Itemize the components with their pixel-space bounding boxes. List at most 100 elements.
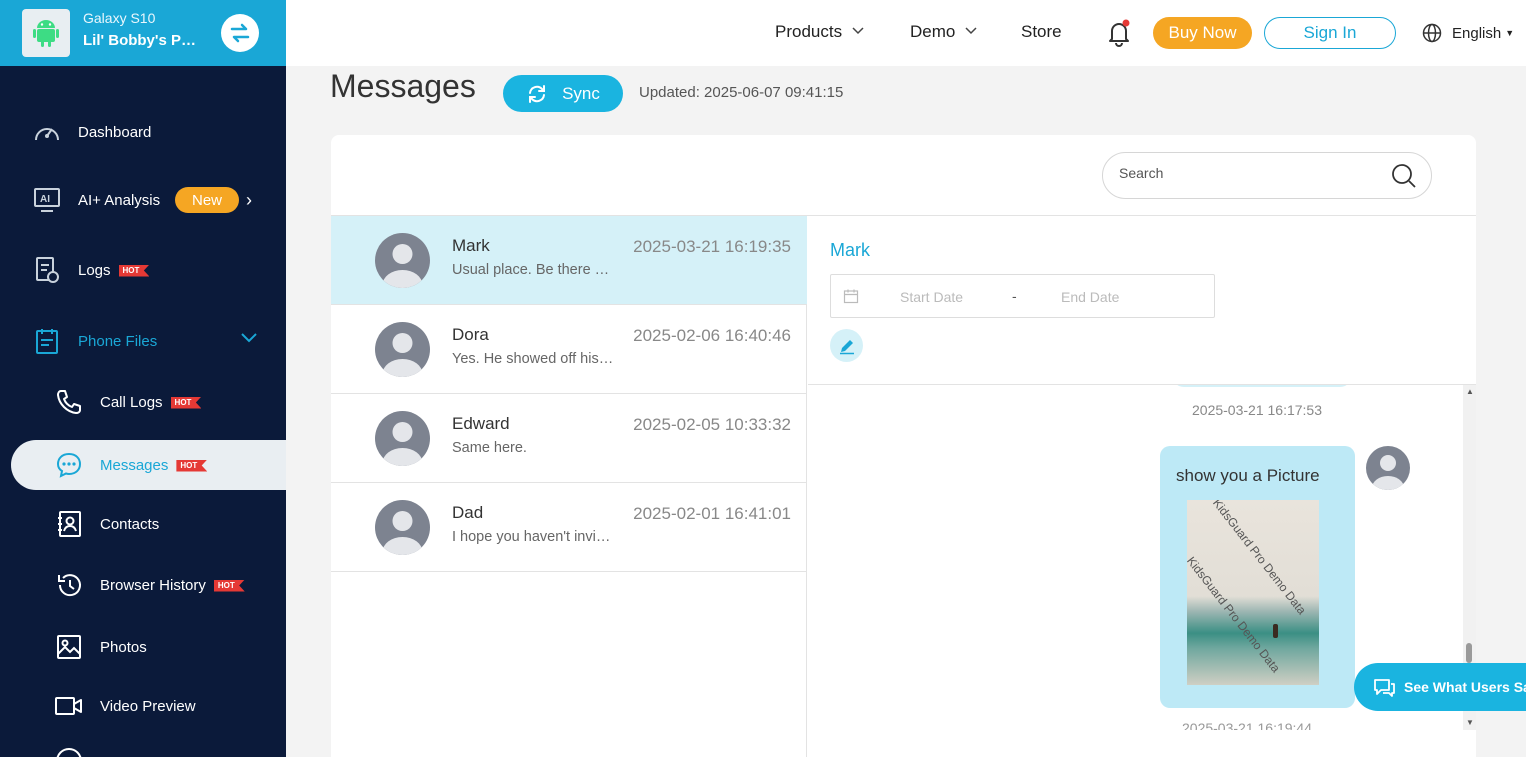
contact-name: Mark [452, 236, 490, 255]
avatar-icon [375, 411, 430, 466]
sync-icon [529, 84, 546, 103]
chevron-right-icon: › [246, 189, 252, 210]
scroll-down-icon[interactable]: ▼ [1466, 718, 1474, 727]
sidebar-item-photos[interactable]: Photos [0, 622, 286, 672]
edit-button[interactable] [830, 329, 863, 362]
avatar-icon [1366, 446, 1410, 490]
hot-badge: HOT [118, 264, 150, 277]
sidebar-item-messages[interactable]: Messages HOT [11, 440, 286, 490]
message-preview: Same here. [452, 440, 527, 456]
scroll-up-icon[interactable]: ▲ [1466, 387, 1474, 396]
message-time: 2025-03-21 16:17:53 [1192, 402, 1322, 418]
buy-now-button[interactable]: Buy Now [1153, 17, 1252, 49]
more-item-icon [56, 748, 82, 757]
dashboard-gauge-icon [32, 117, 62, 147]
avatar-icon [375, 500, 430, 555]
message-time: 2025-03-21 16:19:44 [1182, 720, 1312, 730]
chat-bubble-icon [1374, 679, 1395, 697]
surfer-figure [1273, 624, 1278, 638]
sidebar-item-label: Logs [78, 261, 111, 279]
conversation-list: Mark 2025-03-21 16:19:35 Usual place. Be… [331, 216, 807, 757]
conversation-time: 2025-02-06 16:40:46 [633, 326, 791, 345]
chat-icon [54, 450, 84, 480]
sidebar-item-logs[interactable]: Logs HOT [0, 245, 286, 295]
widget-label: See What Users Say [1404, 679, 1526, 695]
store-link[interactable]: Store [1021, 22, 1062, 42]
sidebar-item-label: Messages [100, 456, 169, 474]
contact-name: Edward [452, 414, 510, 433]
sidebar-item-browser-history[interactable]: Browser History HOT [0, 560, 286, 610]
message-bubble-partial [1172, 385, 1352, 387]
message-preview: I hope you haven't invited anyone. [452, 529, 614, 545]
date-separator: - [1012, 288, 1017, 304]
search-icon[interactable] [1391, 163, 1417, 189]
message-bubble: show you a Picture KidsGuard Pro Demo Da… [1160, 446, 1355, 708]
date-range-picker[interactable]: Start Date - End Date [830, 274, 1215, 318]
logs-icon [32, 255, 62, 285]
language-label: English [1452, 24, 1502, 42]
sidebar: Galaxy S10 Lil' Bobby's Phone Dashboard … [0, 0, 286, 757]
globe-icon [1422, 23, 1442, 43]
notification-bell-icon[interactable] [1104, 18, 1134, 48]
end-date-input[interactable]: End Date [1061, 289, 1119, 305]
video-icon [54, 691, 84, 721]
message-preview: Yes. He showed off his new car. [452, 351, 614, 367]
scroll-thumb[interactable] [1466, 643, 1472, 663]
sidebar-item-video-preview[interactable]: Video Preview [0, 681, 286, 731]
sidebar-item-label: Video Preview [100, 697, 196, 715]
conversation-item[interactable]: Dora 2025-02-06 16:40:46 Yes. He showed … [331, 305, 807, 394]
top-navigation: Products Demo Store Buy Now Sign In Engl… [286, 0, 1526, 66]
language-selector[interactable]: English ▼ [1422, 23, 1514, 43]
chevron-down-icon [852, 26, 864, 38]
sidebar-item-label: Phone Files [78, 332, 158, 350]
products-menu[interactable]: Products [775, 22, 864, 42]
android-icon [22, 9, 70, 57]
chevron-down-icon [965, 26, 977, 38]
sidebar-item-label: Contacts [100, 515, 160, 533]
svg-text:AI: AI [40, 194, 50, 205]
search-box[interactable] [1102, 152, 1432, 199]
sidebar-item-phone-files[interactable]: Phone Files [0, 316, 286, 366]
demo-menu[interactable]: Demo [910, 22, 977, 42]
conversation-time: 2025-02-05 10:33:32 [633, 415, 791, 434]
switch-device-button[interactable] [221, 14, 259, 52]
conversation-time: 2025-02-01 16:41:01 [633, 504, 791, 523]
sidebar-item-ai-analysis[interactable]: AI AI+ Analysis New › [0, 175, 286, 225]
page-title: Messages [330, 68, 476, 104]
sidebar-item-label: Browser History [100, 576, 206, 594]
sign-in-button[interactable]: Sign In [1264, 17, 1396, 49]
see-what-users-say-button[interactable]: See What Users Say [1354, 663, 1526, 711]
conversation-item[interactable]: Dad 2025-02-01 16:41:01 I hope you haven… [331, 483, 807, 572]
conversation-time: 2025-03-21 16:19:35 [633, 237, 791, 256]
pencil-icon [839, 339, 854, 354]
avatar-icon [375, 233, 430, 288]
updated-timestamp: Updated: 2025-06-07 09:41:15 [639, 84, 844, 101]
conversation-item[interactable]: Mark 2025-03-21 16:19:35 Usual place. Be… [331, 216, 807, 305]
sync-button[interactable]: Sync [503, 75, 623, 112]
sidebar-item-call-logs[interactable]: Call Logs HOT [0, 377, 286, 427]
caret-down-icon: ▼ [1505, 28, 1515, 38]
demo-label: Demo [910, 22, 956, 41]
history-icon [54, 570, 84, 600]
page-scrollbar[interactable] [1517, 66, 1526, 757]
contacts-icon [54, 509, 84, 539]
contact-name: Dad [452, 503, 484, 522]
start-date-input[interactable]: Start Date [900, 289, 963, 305]
new-badge: New [175, 187, 239, 213]
sidebar-item-contacts[interactable]: Contacts [0, 499, 286, 549]
hot-badge: HOT [213, 579, 245, 592]
phone-icon [54, 387, 84, 417]
device-header: Galaxy S10 Lil' Bobby's Phone [0, 0, 286, 66]
detail-contact-name: Mark [830, 240, 870, 260]
sidebar-item-label: Call Logs [100, 393, 163, 411]
ai-icon: AI [32, 185, 62, 215]
device-name: Lil' Bobby's Phone [83, 32, 203, 49]
search-input[interactable] [1119, 165, 1379, 181]
chevron-down-icon [241, 330, 257, 347]
sync-label: Sync [562, 83, 600, 103]
messages-panel: Mark 2025-03-21 16:19:35 Usual place. Be… [331, 135, 1476, 757]
message-photo[interactable]: KidsGuard Pro Demo Data KidsGuard Pro De… [1187, 500, 1319, 685]
sidebar-item-dashboard[interactable]: Dashboard [0, 107, 286, 157]
switch-arrows-icon [230, 23, 250, 43]
conversation-item[interactable]: Edward 2025-02-05 10:33:32 Same here. [331, 394, 807, 483]
